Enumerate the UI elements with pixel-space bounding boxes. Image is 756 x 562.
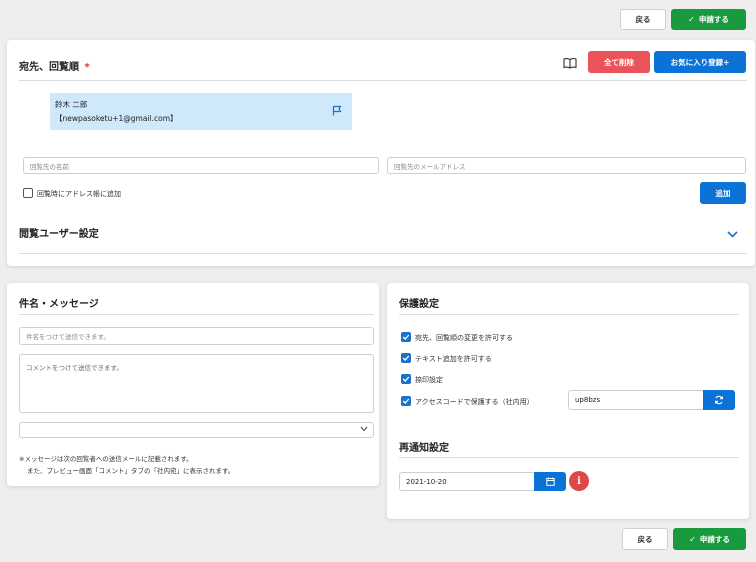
viewer-settings-title: 閲覧ユーザー設定 — [19, 229, 99, 240]
apply-button-bottom[interactable]: ✓ 申請する — [673, 528, 746, 550]
recipients-title: 宛先、回覧順 * — [19, 58, 90, 73]
required-mark: * — [84, 62, 90, 73]
message-select[interactable] — [19, 422, 374, 438]
recipients-title-text: 宛先、回覧順 — [19, 62, 79, 73]
favorite-register-button[interactable]: お気に入り登録+ — [654, 51, 746, 73]
refresh-icon — [714, 395, 724, 405]
flag-icon[interactable] — [332, 105, 342, 118]
divider — [399, 457, 739, 458]
comment-placeholder: コメントをつけて送信できます。 — [26, 364, 123, 372]
allow-recipient-change-checkbox[interactable] — [401, 332, 411, 342]
message-title: 件名・メッセージ — [19, 299, 99, 310]
divider — [399, 314, 739, 315]
back-label: 戻る — [635, 15, 651, 24]
allow-text-add-checkbox[interactable] — [401, 353, 411, 363]
add-to-addressbook-label: 回覧時にアドレス帳に追加 — [37, 190, 121, 198]
favorite-label: お気に入り登録+ — [670, 57, 730, 67]
renotify-title: 再通知設定 — [399, 443, 449, 454]
check-icon — [402, 376, 410, 382]
add-label: 追加 — [715, 188, 731, 198]
name-placeholder: 回覧先の名前 — [30, 162, 69, 171]
divider — [19, 314, 374, 315]
check-icon: ✓ — [688, 15, 695, 24]
add-to-addressbook-checkbox[interactable] — [23, 188, 33, 198]
recipient-email-input[interactable]: 回覧先のメールアドレス — [387, 157, 746, 174]
access-code-label: アクセスコードで保護する（社内用） — [415, 398, 534, 406]
subject-input[interactable]: 件名をつけて送信できます。 — [19, 327, 374, 345]
check-icon: ✓ — [689, 534, 696, 544]
allow-text-add-label: テキスト追加を許可する — [415, 355, 492, 363]
divider — [19, 80, 747, 81]
message-card: 件名・メッセージ 件名をつけて送信できます。 コメントをつけて送信できます。 ※… — [7, 283, 379, 486]
recipient-name: 鈴木 二郎 — [55, 100, 88, 109]
seal-setting-checkbox[interactable] — [401, 374, 411, 384]
protection-card: 保護設定 宛先、回覧順の変更を許可する テキスト追加を許可する 捺印設定 アクセ… — [387, 283, 749, 519]
subject-placeholder: 件名をつけて送信できます。 — [26, 333, 110, 341]
recipient-name-input[interactable]: 回覧先の名前 — [23, 157, 379, 174]
recipient-email: 【newpasoketu+1@gmail.com】 — [55, 114, 178, 123]
calendar-icon — [545, 477, 555, 486]
protection-title: 保護設定 — [399, 299, 439, 310]
check-icon — [402, 334, 410, 340]
apply-label: 申請する — [698, 15, 729, 24]
email-placeholder: 回覧先のメールアドレス — [394, 162, 466, 171]
divider — [19, 253, 747, 254]
apply-button-top[interactable]: ✓ 申請する — [671, 9, 746, 30]
back-button-bottom[interactable]: 戻る — [622, 528, 668, 550]
access-code-checkbox[interactable] — [401, 396, 411, 406]
regenerate-code-button[interactable] — [703, 390, 735, 410]
check-icon — [402, 398, 410, 404]
renotify-date-value: 2021-10-20 — [406, 477, 447, 486]
book-icon[interactable] — [563, 57, 577, 69]
check-icon — [402, 355, 410, 361]
access-code-value: up8bzs — [575, 396, 601, 404]
delete-all-button[interactable]: 全て削除 — [588, 51, 650, 73]
message-note-1: ※メッセージは次の回覧者への送信メールに記載されます。 — [19, 455, 193, 463]
delete-all-label: 全て削除 — [604, 57, 634, 67]
apply-label: 申請する — [699, 534, 730, 544]
recipients-card: 宛先、回覧順 * 全て削除 お気に入り登録+ 鈴木 二郎 【newpasoket… — [7, 40, 755, 266]
back-button-top[interactable]: 戻る — [620, 9, 666, 30]
chevron-down-icon — [360, 426, 368, 434]
info-icon[interactable]: i — [569, 471, 589, 491]
message-note-2: また、プレビュー画面「コメント」タブの「社内宛」に表示されます。 — [27, 467, 235, 475]
chevron-down-icon[interactable] — [727, 231, 738, 240]
renotify-date-input[interactable]: 2021-10-20 — [399, 472, 535, 491]
add-recipient-button[interactable]: 追加 — [700, 182, 746, 204]
back-label: 戻る — [637, 534, 653, 544]
allow-recipient-change-label: 宛先、回覧順の変更を許可する — [415, 334, 513, 342]
seal-setting-label: 捺印設定 — [415, 376, 443, 384]
comment-textarea[interactable]: コメントをつけて送信できます。 — [19, 354, 374, 413]
recipient-entry[interactable]: 鈴木 二郎 【newpasoketu+1@gmail.com】 — [50, 93, 352, 130]
calendar-button[interactable] — [534, 472, 566, 491]
access-code-input[interactable]: up8bzs — [568, 390, 704, 410]
